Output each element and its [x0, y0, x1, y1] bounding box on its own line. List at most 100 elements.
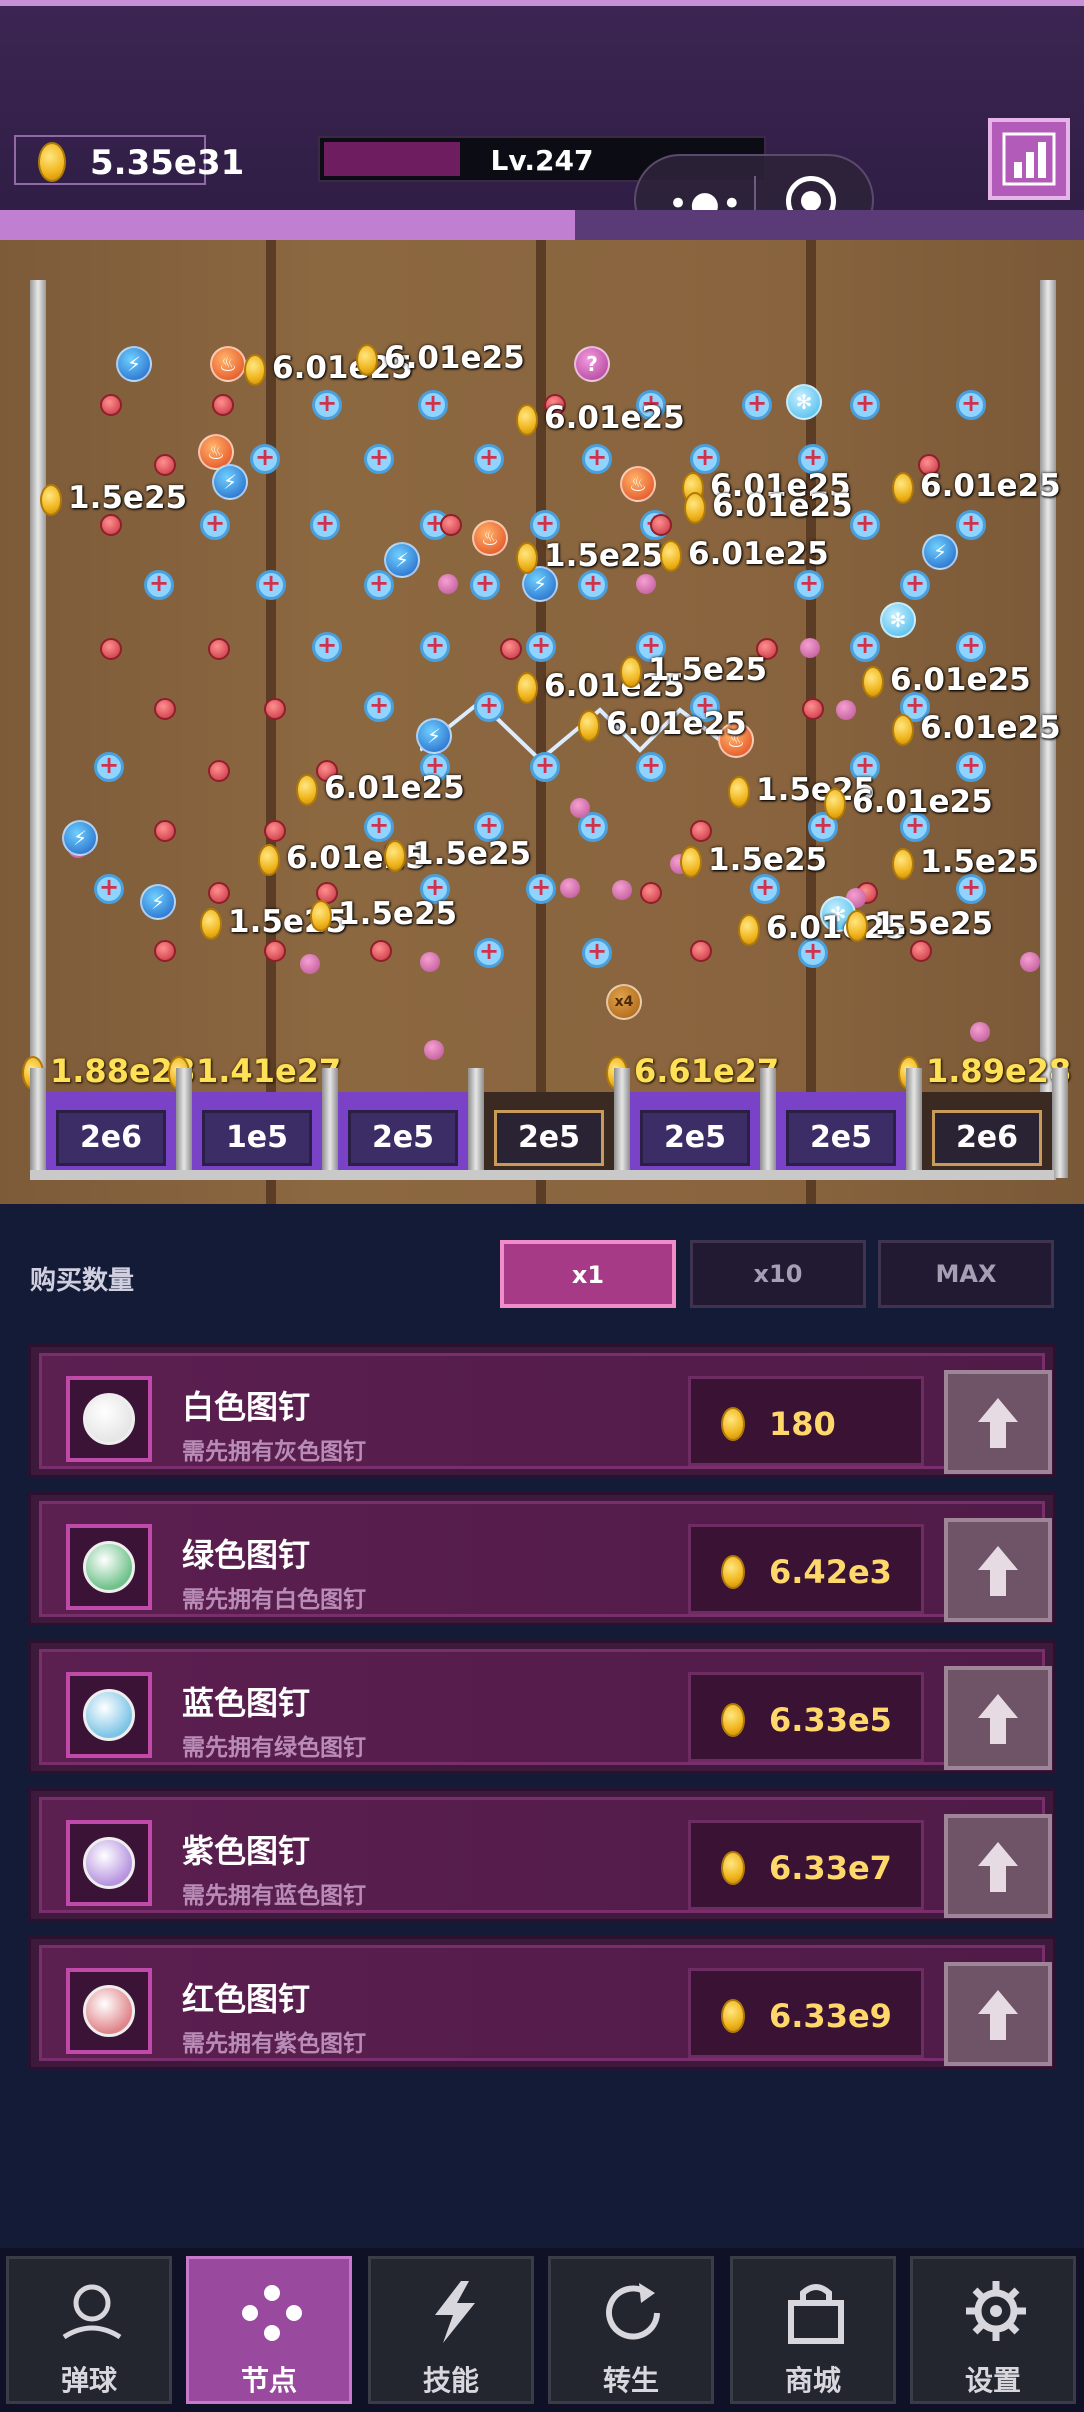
coin-icon	[892, 847, 914, 880]
nav-settings[interactable]: 设置	[910, 2256, 1076, 2404]
pin-icon-frame	[66, 1820, 152, 1906]
fire-ball-icon: ♨	[210, 346, 246, 382]
peg-plus	[850, 389, 880, 420]
peg-red	[264, 940, 286, 962]
lightning-ball-icon: ⚡	[212, 464, 248, 500]
floating-value-text: 6.01e25	[712, 488, 853, 524]
frost-ball-icon: ✻	[880, 602, 916, 638]
peg-red	[910, 940, 932, 962]
coin-icon	[721, 1407, 745, 1441]
coin-icon	[620, 655, 642, 688]
rebirth-icon	[606, 2283, 660, 2340]
arrow-up-icon	[978, 1990, 1018, 2040]
peg-plus	[144, 569, 174, 600]
stats-button[interactable]	[988, 118, 1070, 200]
nav-pinball[interactable]: 弹球	[6, 2256, 172, 2404]
peg-plus	[578, 569, 608, 600]
bucket-multiplier-label: 2e5	[494, 1110, 604, 1166]
peg-pink	[636, 574, 656, 594]
price-value: 6.33e9	[769, 1997, 892, 2035]
peg-red	[208, 882, 230, 904]
peg-plus	[750, 873, 780, 904]
price-value: 6.42e3	[769, 1553, 892, 1591]
floating-value-text: 1.5e25	[648, 652, 768, 688]
coin-icon	[684, 491, 706, 524]
nav-nodes[interactable]: 节点	[186, 2256, 352, 2404]
peg-pink	[836, 700, 856, 720]
upgrade-button[interactable]	[944, 1518, 1052, 1622]
peg-plus	[420, 631, 450, 662]
bucket-reward-value: 1.41e27	[168, 1052, 341, 1090]
qty-x1-button[interactable]: x1	[500, 1240, 676, 1308]
floating-coin-value: 6.01e25	[892, 468, 1061, 504]
peg-pink	[1020, 952, 1040, 972]
lightning-ball-icon: ⚡	[62, 820, 98, 856]
floating-coin-value: 1.5e25	[620, 652, 767, 688]
nav-label: 弹球	[60, 2364, 117, 2397]
upgrade-title: 蓝色图钉	[182, 1684, 311, 1722]
upgrade-button[interactable]	[944, 1370, 1052, 1474]
nav-label: 技能	[422, 2364, 479, 2397]
upgrade-requirement: 需先拥有绿色图钉	[182, 1735, 366, 1761]
peg-plus	[582, 443, 612, 474]
lightning-icon	[435, 2281, 475, 2343]
floating-value-text: 1.5e25	[874, 906, 994, 942]
upgrade-row-body: 白色图钉 需先拥有灰色图钉 180	[39, 1353, 1052, 1474]
peg-plus	[956, 751, 986, 782]
pin-ball-icon	[83, 1541, 135, 1593]
nav-label: 设置	[964, 2364, 1021, 2397]
qty-x10-button[interactable]: x10	[690, 1240, 866, 1308]
coin-icon	[824, 787, 846, 820]
pin-ball-icon	[83, 1689, 135, 1741]
peg-plus	[530, 509, 560, 540]
bucket-reward-value: 6.61e27	[606, 1052, 779, 1090]
floating-value-text: 6.01e25	[920, 468, 1061, 504]
bucket-multiplier-label: 2e6	[56, 1110, 166, 1166]
nav-skills[interactable]: 技能	[368, 2256, 534, 2404]
floating-coin-value: 6.01e25	[660, 536, 829, 572]
experience-bar-fill	[0, 210, 575, 240]
bucket-slot: 2e6	[44, 1092, 178, 1176]
coin-icon	[728, 775, 750, 808]
fire-ball-icon: ♨	[472, 520, 508, 556]
pinball-board[interactable]: ⚡ ♨ ? ✻ ♨ ⚡ ♨ ♨ ⚡ ⚡ ⚡ ✻ ⚡ ♨ ⚡ ⚡ ✻ x4 6.0…	[0, 240, 1084, 1204]
bottom-nav: 弹球 节点 技能 转生 商城 设置	[0, 2248, 1084, 2412]
upgrade-button[interactable]	[944, 1962, 1052, 2066]
peg-plus	[418, 389, 448, 420]
coin-total: 5.35e31	[90, 143, 245, 183]
bucket-post	[468, 1068, 484, 1178]
coin-icon	[680, 845, 702, 878]
coin-icon	[258, 843, 280, 876]
upgrade-button[interactable]	[944, 1814, 1052, 1918]
pin-ball-icon	[83, 1985, 135, 2037]
left-rail	[30, 280, 46, 1180]
arrow-up-icon	[978, 1842, 1018, 1892]
coin-icon	[738, 913, 760, 946]
upgrade-row-body: 绿色图钉 需先拥有白色图钉 6.42e3	[39, 1501, 1052, 1622]
nav-rebirth[interactable]: 转生	[548, 2256, 714, 2404]
price-box: 6.33e9	[688, 1968, 924, 2058]
peg-plus	[636, 751, 666, 782]
peg-pink	[570, 798, 590, 818]
peg-red	[154, 940, 176, 962]
coin-icon	[660, 539, 682, 572]
peg-plus	[956, 509, 986, 540]
gear-icon	[966, 2281, 1026, 2341]
price-box: 6.33e5	[688, 1672, 924, 1762]
floating-value-text: 1.5e25	[920, 844, 1040, 880]
nav-shop[interactable]: 商城	[730, 2256, 896, 2404]
floating-coin-value: 6.01e25	[684, 488, 853, 524]
upgrade-button[interactable]	[944, 1666, 1052, 1770]
coin-icon	[721, 1703, 745, 1737]
upgrade-row: 蓝色图钉需先拥有绿色图钉 6.33e5	[28, 1640, 1056, 1774]
peg-plus	[364, 569, 394, 600]
qty-max-button[interactable]: MAX	[878, 1240, 1054, 1308]
arrow-up-icon	[978, 1546, 1018, 1596]
upgrade-row: 绿色图钉 需先拥有白色图钉 6.42e3	[28, 1492, 1056, 1626]
fire-ball-icon: ♨	[620, 466, 656, 502]
top-bar: 5.35e31 Lv.247 •●•	[0, 0, 1084, 246]
peg-pink	[970, 1022, 990, 1042]
peg-red	[208, 760, 230, 782]
upgrade-row-body: 蓝色图钉需先拥有绿色图钉 6.33e5	[39, 1649, 1052, 1770]
floating-coin-value: 1.5e25	[310, 896, 457, 932]
